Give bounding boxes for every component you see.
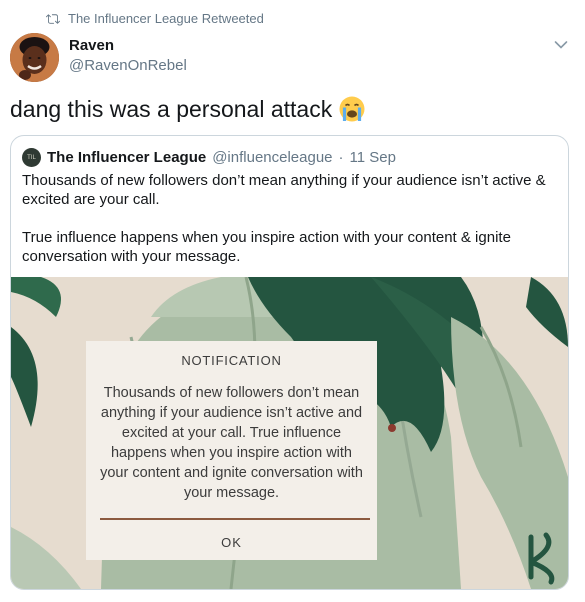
quoted-date[interactable]: 11 Sep — [350, 149, 396, 166]
notification-title: NOTIFICATION — [181, 353, 282, 368]
quoted-image[interactable]: NOTIFICATION Thousands of new followers … — [11, 277, 568, 589]
quoted-paragraph-2: True influence happens when you inspire … — [22, 229, 511, 265]
quoted-author-handle[interactable]: @influenceleague — [212, 149, 332, 166]
quoted-separator: · — [338, 149, 344, 166]
author-handle[interactable]: @RavenOnRebel — [69, 57, 187, 74]
quoted-avatar-text: TIL — [27, 154, 36, 161]
notification-divider — [100, 518, 370, 520]
quoted-author-name[interactable]: The Influencer League — [47, 149, 206, 166]
loudly-crying-face-icon — [339, 96, 365, 122]
quoted-paragraph-1: Thousands of new followers don’t mean an… — [22, 172, 546, 208]
retweet-icon — [46, 13, 60, 24]
tweet-text-content: dang this was a personal attack — [10, 95, 333, 122]
author-name[interactable]: Raven — [69, 37, 187, 54]
quoted-avatar[interactable]: TIL — [22, 148, 41, 167]
notification-ok-button[interactable]: OK — [86, 535, 377, 550]
quoted-tweet[interactable]: TIL The Influencer League @influenceleag… — [10, 135, 569, 590]
notification-message: Thousands of new followers don’t mean an… — [100, 385, 363, 501]
tweet-text: dang this was a personal attack — [10, 95, 366, 123]
notification-dialog: NOTIFICATION Thousands of new followers … — [86, 341, 377, 560]
quoted-tweet-header: TIL The Influencer League @influenceleag… — [22, 148, 396, 167]
retweet-label: The Influencer League Retweeted — [68, 11, 264, 26]
quoted-tweet-text: Thousands of new followers don’t mean an… — [22, 171, 562, 266]
retweet-context[interactable]: The Influencer League Retweeted — [46, 11, 264, 26]
avatar[interactable] — [10, 33, 59, 82]
chevron-down-icon[interactable] — [554, 40, 568, 50]
tweet-author[interactable]: Raven @RavenOnRebel — [69, 37, 187, 74]
